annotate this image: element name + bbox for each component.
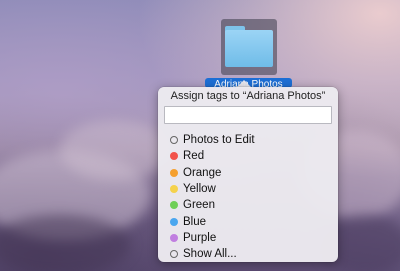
tag-item-yellow[interactable]: Yellow bbox=[170, 181, 330, 197]
tag-item-orange[interactable]: Orange bbox=[170, 165, 330, 181]
tag-label: Green bbox=[183, 199, 215, 212]
tag-label: Show All... bbox=[183, 248, 237, 261]
tag-label: Photos to Edit bbox=[183, 134, 255, 147]
tag-dot-blue-icon bbox=[170, 217, 178, 226]
tag-item-purple[interactable]: Purple bbox=[170, 230, 330, 246]
wallpaper-cloud bbox=[60, 120, 170, 180]
tag-label: Purple bbox=[183, 231, 217, 244]
tag-dot-yellow-icon bbox=[170, 185, 178, 194]
folder-icon[interactable] bbox=[221, 19, 277, 75]
tag-label: Orange bbox=[183, 166, 222, 179]
tag-dot-orange-icon bbox=[170, 168, 178, 177]
tag-label: Yellow bbox=[183, 183, 216, 196]
popover-title: Assign tags to “Adriana Photos” bbox=[170, 90, 326, 102]
tag-item-blue[interactable]: Blue bbox=[170, 213, 330, 229]
assign-tags-popover: Assign tags to “Adriana Photos” Photos t… bbox=[158, 87, 338, 262]
tag-item-show-all[interactable]: Show All... bbox=[170, 246, 330, 262]
tag-list: Photos to Edit Red Orange Yellow Green B… bbox=[170, 132, 330, 262]
tag-input[interactable] bbox=[164, 106, 332, 124]
tag-dot-purple-icon bbox=[170, 233, 178, 242]
tag-label: Red bbox=[183, 150, 205, 163]
tag-item-red[interactable]: Red bbox=[170, 148, 330, 164]
desktop: Adriana Photos Assign tags to “Adriana P… bbox=[0, 0, 400, 271]
tag-item-green[interactable]: Green bbox=[170, 197, 330, 213]
tag-dot-green-icon bbox=[170, 201, 178, 210]
tag-dot-empty-icon bbox=[170, 250, 178, 259]
tag-dot-empty-icon bbox=[170, 136, 178, 145]
wallpaper-cloud bbox=[0, 215, 130, 271]
folder-icon-body bbox=[225, 30, 273, 67]
tag-label: Blue bbox=[183, 215, 207, 228]
tag-dot-red-icon bbox=[170, 152, 178, 161]
tag-item-photos-to-edit[interactable]: Photos to Edit bbox=[170, 132, 330, 148]
